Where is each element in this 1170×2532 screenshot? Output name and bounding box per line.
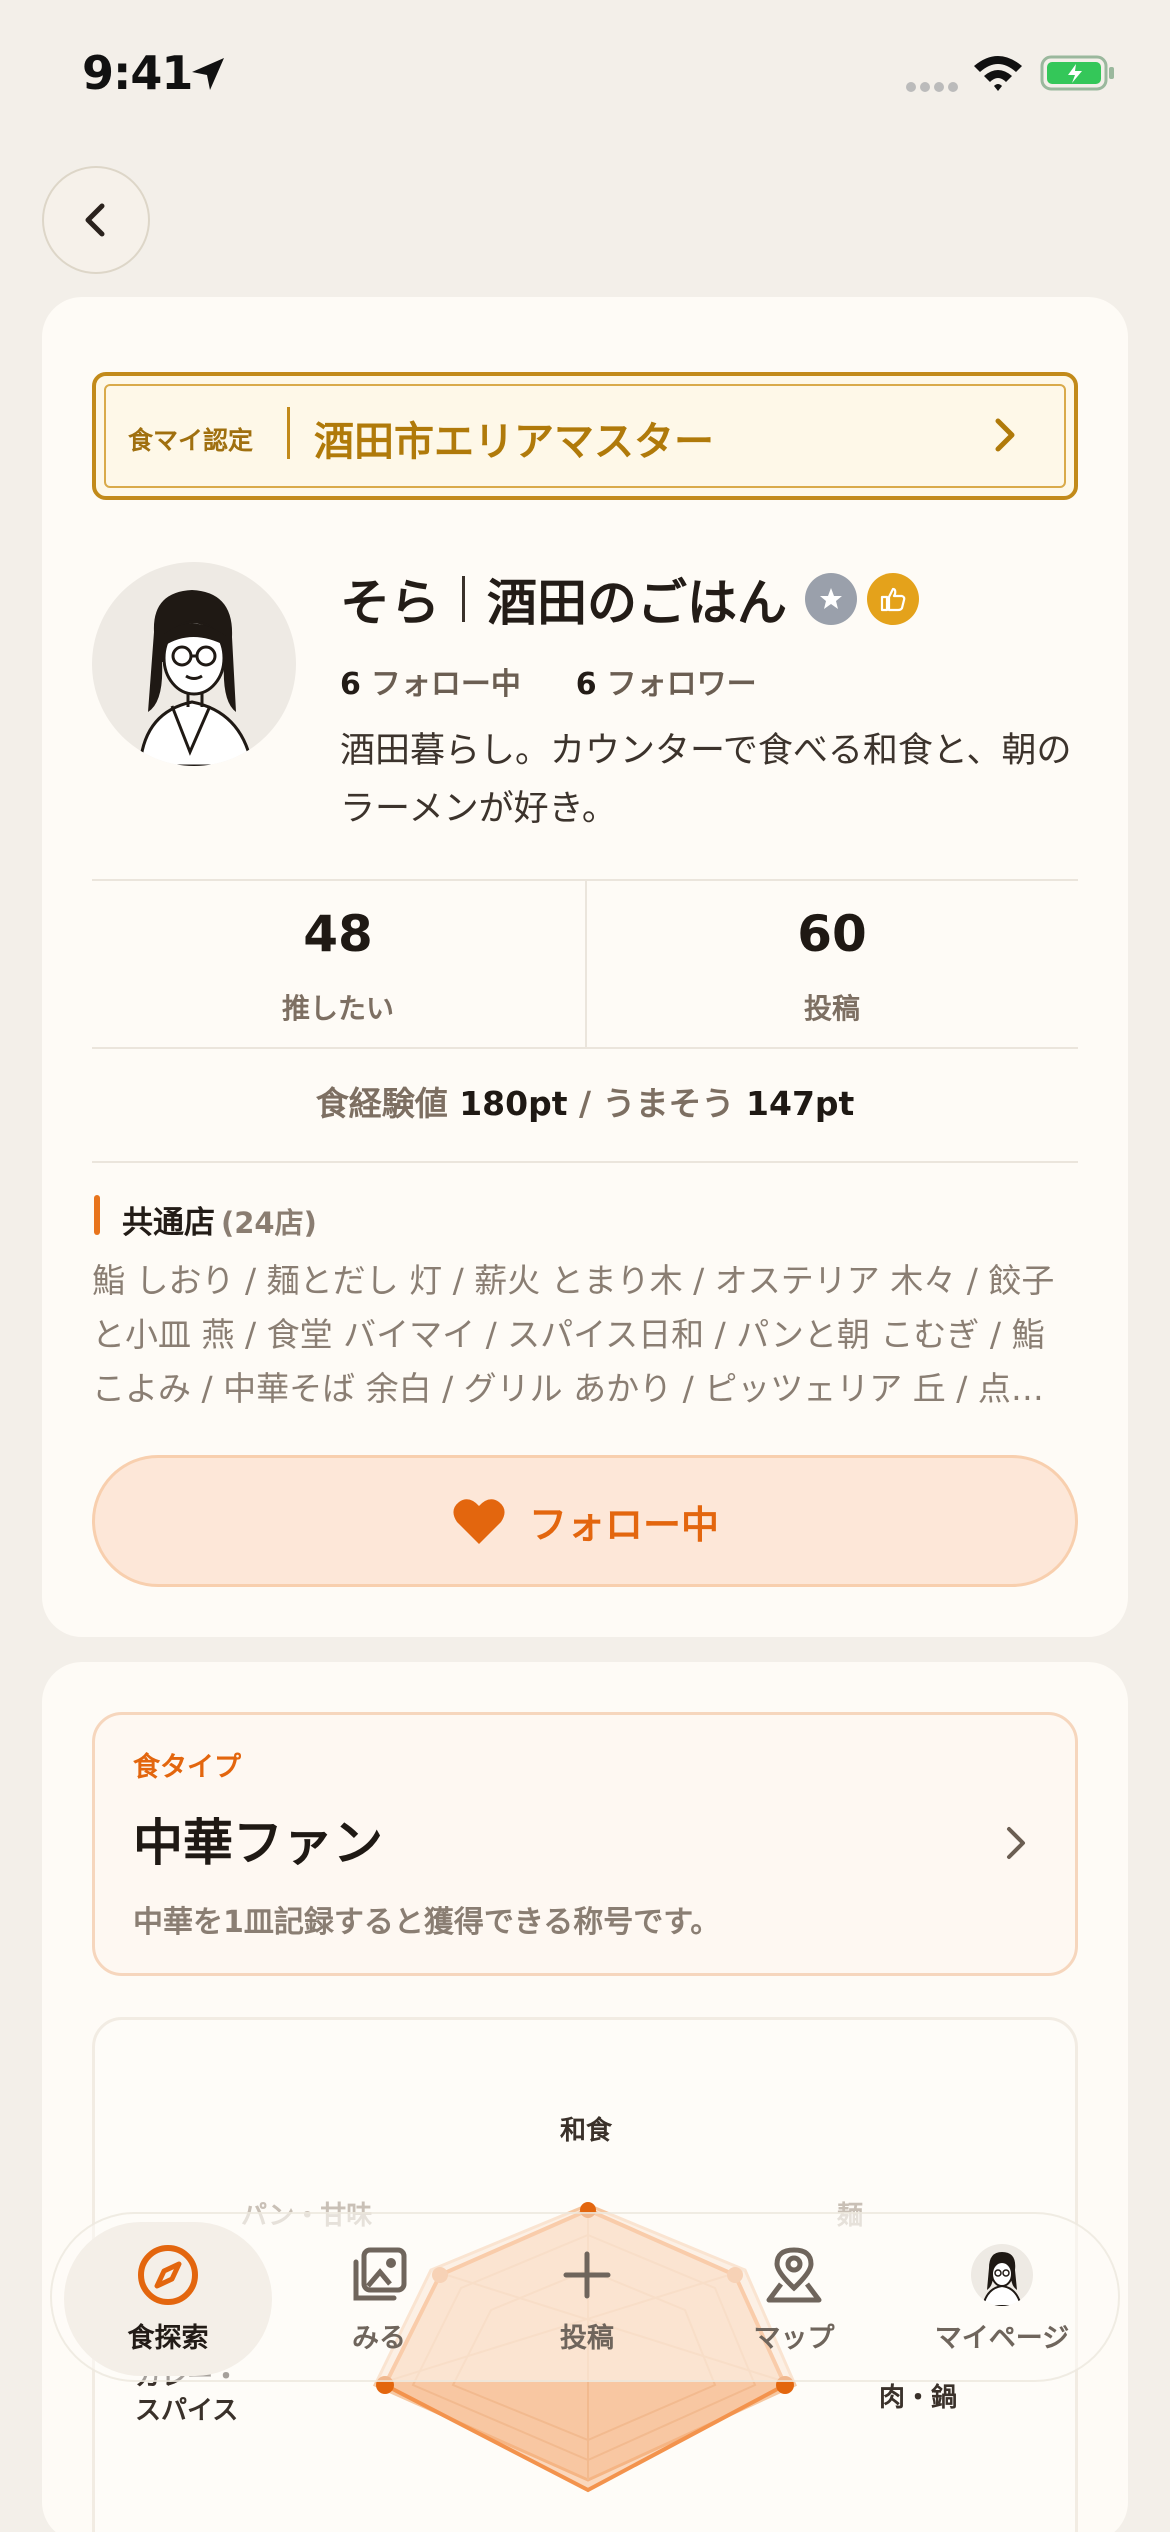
food-type-card: 食タイプ 中華ファン 中華を1皿記録すると獲得できる称号です。 和食 麺 肉・鍋… [42, 1662, 1128, 2532]
stat-label: 投稿 [803, 992, 860, 1025]
follow-stats: 6 フォロー中 6 フォロワー [340, 659, 757, 703]
thumbs-up-badge-icon [867, 573, 919, 625]
points-separator: / [578, 1084, 592, 1123]
umaso-value: 147pt [746, 1084, 855, 1123]
star-badge-icon [805, 573, 857, 625]
divider [92, 1161, 1078, 1163]
food-type-title: 中華ファン [133, 1814, 383, 1872]
food-type-label: 食タイプ [133, 1752, 241, 1783]
battery-icon [1040, 55, 1114, 91]
divider [585, 881, 587, 1047]
stat-value: 48 [303, 905, 373, 963]
heart-icon [453, 1499, 505, 1544]
points-summary: 食経験値 180pt / うまそう 147pt [42, 1077, 1128, 1125]
badge-label: 食マイ認定 [128, 426, 254, 455]
gallery-icon [353, 2247, 407, 2300]
chevron-right-icon [995, 418, 1015, 452]
common-shops-title: 共通店 [122, 1205, 215, 1241]
badge-divider [287, 407, 290, 459]
nav-item-explore[interactable]: 食探索 [68, 2214, 268, 2384]
wifi-icon [974, 56, 1022, 91]
nav-label: みる [352, 2322, 406, 2354]
exp-value: 180pt [459, 1084, 568, 1123]
profile-bio: 酒田暮らし。カウンターで食べる和食と、朝のラーメンが好き。 [340, 731, 1072, 829]
umaso-label: うまそう [602, 1084, 735, 1123]
stat-label: 推したい [281, 992, 394, 1025]
chevron-right-icon [1007, 1827, 1025, 1859]
common-shops-count: (24店) [221, 1206, 317, 1240]
location-arrow-icon [192, 58, 224, 90]
stat-value: 60 [797, 905, 867, 963]
name-secondary: 酒田のごはん [487, 574, 787, 632]
nav-item-map[interactable]: マップ [694, 2214, 894, 2384]
common-shops-list[interactable]: 鮨 しおり / 麺とだし 灯 / 薪火 とまり木 / オステリア 木々 / 餃子… [92, 1254, 1082, 1418]
nav-item-view[interactable]: みる [279, 2214, 479, 2384]
exp-label: 食経験値 [315, 1084, 448, 1123]
status-bar: 9:41 [0, 0, 1170, 150]
nav-label: マイページ [934, 2322, 1070, 2354]
following-count: 6 [340, 667, 361, 702]
followers-label: フォロワー [606, 667, 757, 702]
nav-label: 投稿 [560, 2322, 614, 2354]
section-accent-bar [94, 1195, 100, 1235]
badge-title: 酒田市エリアマスター [314, 419, 714, 465]
name-separator [462, 576, 465, 622]
signal-icon [906, 82, 958, 92]
following-button[interactable]: フォロー中 [92, 1455, 1078, 1587]
bottom-nav: 食探索 みる 投稿 マップ マイページ [50, 2212, 1120, 2382]
common-shops-heading: 共通店 (24店) [122, 1197, 317, 1242]
following-label: フォロー中 [370, 667, 521, 702]
followers-count: 6 [575, 667, 597, 702]
plus-icon [563, 2251, 611, 2298]
name-primary: そら [340, 574, 440, 632]
nav-label: マップ [753, 2322, 835, 2354]
chevron-left-icon [85, 203, 105, 237]
following-link[interactable]: 6 フォロー中 [340, 667, 521, 702]
avatar-icon [971, 2243, 1033, 2306]
nav-label: 食探索 [127, 2322, 209, 2354]
avatar [92, 562, 296, 766]
profile-card: 食マイ認定 酒田市エリアマスター そら 酒田のごはん 6 フォロー中 6 フォロ… [42, 297, 1128, 1637]
nav-item-mypage[interactable]: マイページ [902, 2214, 1102, 2384]
divider [92, 1047, 1078, 1049]
map-pin-icon [766, 2246, 822, 2302]
nav-item-post[interactable]: 投稿 [487, 2214, 687, 2384]
status-time: 9:41 [82, 46, 193, 100]
followers-link[interactable]: 6 フォロワー [576, 667, 757, 702]
food-type-description: 中華を1皿記録すると獲得できる称号です。 [133, 1905, 721, 1940]
compass-icon [138, 2244, 198, 2305]
food-type-box[interactable]: 食タイプ 中華ファン 中華を1皿記録すると獲得できる称号です。 [92, 1712, 1078, 1976]
profile-name: そら 酒田のごはん [340, 567, 919, 632]
avatar-illustration-icon [138, 590, 254, 766]
following-button-label: フォロー中 [528, 1502, 719, 1547]
back-button[interactable] [42, 166, 150, 274]
